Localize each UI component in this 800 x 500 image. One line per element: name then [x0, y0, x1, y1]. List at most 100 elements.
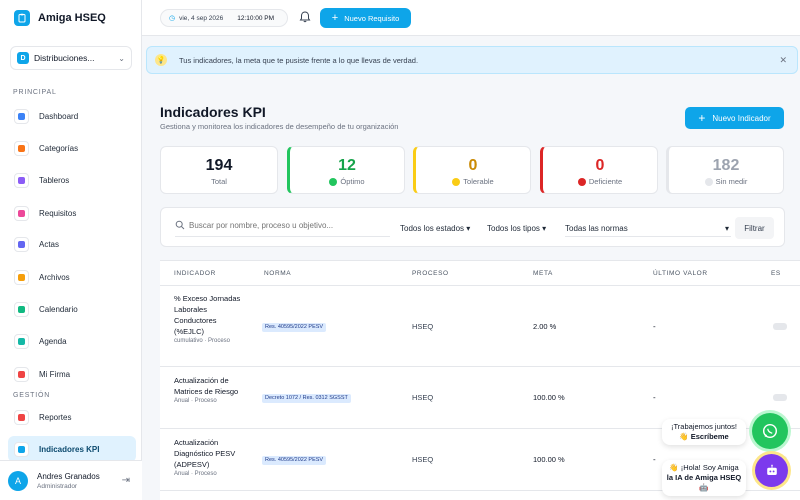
last-value-cell: - [653, 322, 656, 331]
search-underline [175, 236, 390, 237]
whatsapp-callout-line1: ¡Trabajemos juntos! [671, 422, 737, 431]
stat-card-sin-medir[interactable]: 182 Sin medir [666, 146, 784, 194]
status-filter[interactable]: Todos los estados ▾ [400, 224, 470, 233]
kpi-chart-icon [14, 441, 29, 457]
page-title: Indicadores KPI [160, 104, 266, 120]
org-name: Distribuciones... [34, 53, 95, 63]
stat-value: 194 [205, 157, 233, 174]
status-badge [773, 323, 787, 330]
organization-selector[interactable]: D Distribuciones... ⌄ [10, 46, 132, 70]
sidebar-item-label: Dashboard [39, 111, 79, 121]
indicator-title: Actualización Diagnóstico PESV (ADPESV) [174, 438, 236, 469]
stat-card--ptimo[interactable]: 12 Óptimo [287, 146, 405, 194]
bell-icon[interactable] [298, 10, 312, 24]
new-indicator-button[interactable]: + Nuevo Indicador [685, 107, 784, 129]
whatsapp-callout[interactable]: ¡Trabajemos juntos! 👋 Escríbeme [662, 419, 746, 445]
sidebar-item-archivos[interactable]: Archivos [8, 264, 136, 290]
stat-value: 0 [595, 157, 605, 174]
whatsapp-callout-line2: 👋 Escríbeme [679, 432, 729, 441]
sidebar: Amiga HSEQ D Distribuciones... ⌄ PRINCIP… [0, 0, 142, 500]
stat-label: Total [161, 177, 277, 186]
datetime-pill: ◷ vie, 4 sep 2026 12:10:00 PM [160, 9, 288, 27]
reports-icon [14, 409, 29, 425]
last-value-cell: - [653, 393, 656, 402]
sidebar-item-reportes[interactable]: Reportes [8, 404, 136, 430]
chevron-down-icon: ▾ [466, 224, 471, 233]
status-dot-icon [704, 177, 713, 186]
type-filter[interactable]: Todos los tipos ▾ [487, 224, 546, 233]
status-badge [773, 394, 787, 401]
indicator-meta: cumulativo · Proceso [174, 338, 231, 344]
user-profile[interactable]: A Andres Granados Administrador ⇥ [0, 460, 142, 500]
norm-filter-label: Todas las normas [565, 224, 628, 233]
sidebar-item-label: Archivos [39, 272, 70, 282]
status-dot-icon [577, 177, 586, 186]
goal-cell: 100.00 % [533, 393, 565, 402]
sidebar-item-indicadores-kpi[interactable]: Indicadores KPI [8, 436, 136, 462]
chevron-down-icon: ⌄ [118, 53, 125, 63]
sidebar-item-calendario[interactable]: Calendario [8, 296, 136, 322]
sidebar-item-tableros[interactable]: Tableros [8, 167, 136, 193]
org-badge: D [17, 52, 29, 64]
stat-label: Tolerable [416, 177, 530, 186]
banner-text: Tus indicadores, la meta que te pusiste … [179, 55, 419, 65]
goal-cell: 100.00 % [533, 455, 565, 464]
sidebar-item-dashboard[interactable]: Dashboard [8, 103, 136, 129]
search-input[interactable] [189, 217, 389, 233]
sidebar-item-mi-firma[interactable]: Mi Firma [8, 361, 136, 387]
stat-card-total[interactable]: 194 Total [160, 146, 278, 194]
indicator-name: Actualización Diagnóstico PESV (ADPESV) A… [174, 437, 244, 479]
chevron-down-icon: ▾ [542, 224, 547, 233]
stat-label: Óptimo [290, 177, 404, 186]
whatsapp-button[interactable] [752, 413, 788, 449]
top-bar: ◷ vie, 4 sep 2026 12:10:00 PM + Nuevo Req… [142, 0, 800, 36]
table-row[interactable]: % Exceso Jornadas Laborales Conductores … [160, 286, 800, 367]
indicator-title: Actualización de Matrices de Riesgo [174, 376, 239, 396]
attachment-icon [14, 269, 29, 285]
logout-icon[interactable]: ⇥ [122, 475, 130, 486]
filter-bar: Todos los estados ▾ Todos los tipos ▾ To… [160, 207, 785, 247]
new-requirement-button[interactable]: + Nuevo Requisito [320, 8, 411, 28]
categories-icon [14, 140, 29, 156]
home-icon [14, 108, 29, 124]
robot-icon [766, 464, 777, 475]
ai-assistant-button[interactable] [755, 454, 788, 487]
whatsapp-icon [762, 423, 778, 439]
ai-assistant-callout[interactable]: 👋 ¡Hola! Soy Amiga la IA de Amiga HSEQ 🤖 [662, 460, 746, 496]
indicator-meta: Anual · Proceso [174, 471, 217, 477]
stat-card-deficiente[interactable]: 0 Deficiente [540, 146, 658, 194]
goal-cell: 2.00 % [533, 322, 557, 331]
user-role: Administrador [37, 482, 78, 490]
clipboard-logo-icon [14, 10, 30, 26]
stat-label-text: Óptimo [340, 177, 365, 186]
type-filter-label: Todos los tipos [487, 224, 540, 233]
indicator-name: Actualización de Matrices de Riesgo Anual… [174, 375, 244, 406]
sidebar-item-agenda[interactable]: Agenda [8, 328, 136, 354]
sidebar-item-actas[interactable]: Actas [8, 231, 136, 257]
info-banner: 💡 Tus indicadores, la meta que te pusist… [146, 46, 798, 74]
sidebar-item-label: Categorías [39, 143, 79, 153]
new-indicator-label: Nuevo Indicador [712, 113, 771, 123]
section-label-gestion: GESTIÓN [13, 392, 51, 399]
status-dot-icon [452, 177, 461, 186]
signature-icon [14, 366, 29, 382]
indicator-name: % Exceso Jornadas Laborales Conductores … [174, 293, 244, 346]
avatar: A [8, 470, 28, 491]
new-requirement-label: Nuevo Requisito [344, 13, 400, 23]
indicator-title: % Exceso Jornadas Laborales Conductores … [174, 294, 241, 336]
sidebar-item-requisitos[interactable]: Requisitos [8, 200, 136, 226]
stat-card-tolerable[interactable]: 0 Tolerable [413, 146, 531, 194]
requirements-icon [14, 205, 29, 221]
brand[interactable]: Amiga HSEQ [0, 0, 141, 36]
sidebar-item-label: Calendario [39, 304, 78, 314]
close-icon[interactable]: ✕ [779, 55, 787, 66]
sidebar-item-categor-as[interactable]: Categorías [8, 135, 136, 161]
stat-label-text: Deficiente [588, 177, 623, 186]
filter-button[interactable]: Filtrar [735, 217, 774, 239]
search-icon [175, 220, 185, 230]
norm-filter[interactable]: Todas las normas ▾ [565, 221, 731, 237]
current-time: 12:10:00 PM [237, 14, 275, 22]
lightbulb-icon: 💡 [155, 54, 167, 66]
sidebar-item-label: Tableros [39, 175, 70, 185]
page-subtitle: Gestiona y monitorea los indicadores de … [160, 122, 399, 131]
